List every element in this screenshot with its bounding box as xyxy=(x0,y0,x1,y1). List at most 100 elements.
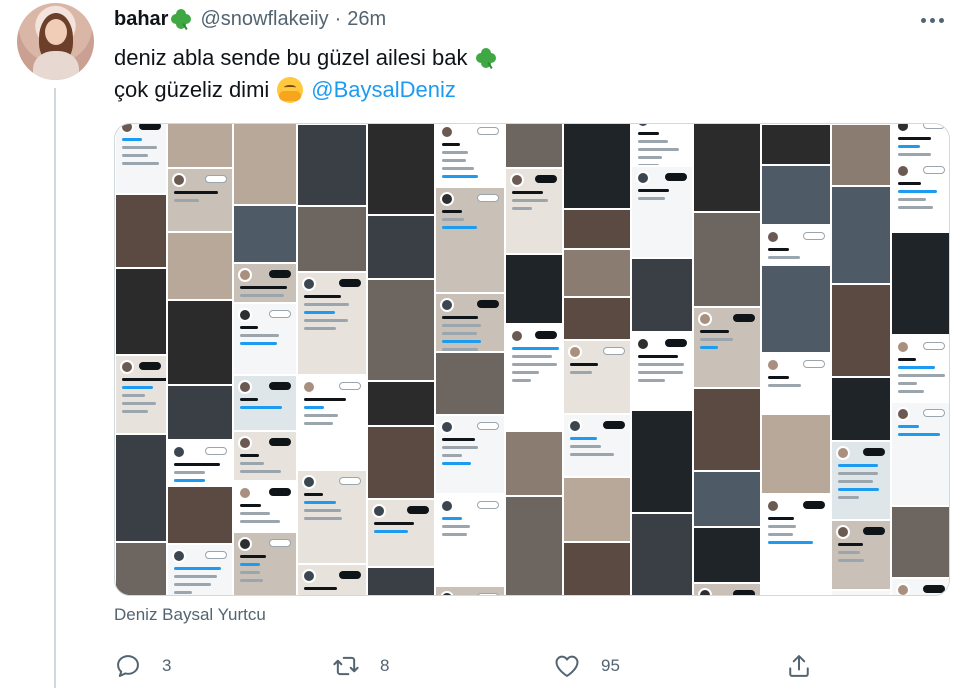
collage-text-line xyxy=(442,454,462,457)
collage-text-line xyxy=(638,197,665,200)
collage-text-line xyxy=(898,190,937,193)
collage-tile xyxy=(761,494,831,595)
collage-tile xyxy=(297,272,367,375)
collage-tile xyxy=(505,324,563,431)
collage-text-line xyxy=(240,512,270,515)
collage-text-line xyxy=(442,167,474,170)
collage-text-line xyxy=(442,462,471,465)
collage-text-line xyxy=(512,191,543,194)
collage-follow-button xyxy=(407,506,429,514)
collage-text-line xyxy=(240,504,261,507)
collage-text-line xyxy=(512,355,552,358)
collage-text-line xyxy=(240,334,279,337)
tweet-media-image[interactable] xyxy=(114,123,950,596)
collage-text-line xyxy=(638,363,684,366)
collage-text-line xyxy=(570,453,614,456)
collage-text-line xyxy=(768,517,794,520)
collage-follow-button xyxy=(603,347,625,355)
collage-follow-button xyxy=(923,409,945,417)
display-name[interactable]: bahar xyxy=(114,8,168,31)
retweet-button[interactable]: 8 xyxy=(332,648,389,684)
collage-text-line xyxy=(898,382,917,385)
collage-avatar xyxy=(896,407,910,421)
timestamp[interactable]: 26m xyxy=(347,8,386,31)
collage-text-line xyxy=(512,207,532,210)
collage-tile xyxy=(891,232,949,335)
collage-text-line xyxy=(898,145,920,148)
collage-tile xyxy=(505,496,563,595)
collage-text-line xyxy=(304,501,336,504)
collage-avatar xyxy=(698,312,712,326)
collage-avatar xyxy=(568,345,582,359)
collage-avatar xyxy=(636,124,650,128)
collage-tile xyxy=(693,471,761,527)
collage-text-line xyxy=(304,398,346,401)
collage-text-line xyxy=(838,464,878,467)
collage-text-line xyxy=(898,206,933,209)
collage-text-line xyxy=(768,248,789,251)
collage-text-line xyxy=(838,496,859,499)
mention-link[interactable]: @BaysalDeniz xyxy=(311,74,456,106)
collage-text-line xyxy=(638,156,662,159)
collage-follow-button xyxy=(269,310,291,318)
collage-tile xyxy=(233,375,297,431)
collage-avatar xyxy=(120,124,134,134)
collage-text-line xyxy=(442,210,462,213)
collage-avatar xyxy=(440,420,454,434)
collage-text-line xyxy=(240,326,258,329)
collage-text-line xyxy=(122,386,153,389)
collage-text-line xyxy=(174,591,192,594)
collage-text-line xyxy=(700,338,733,341)
tweet-header: bahar @snowflakeiiy · 26m xyxy=(114,6,386,32)
four-leaf-clover-icon xyxy=(475,47,497,70)
collage-text-line xyxy=(240,555,266,558)
collage-tile xyxy=(367,124,435,215)
collage-tile xyxy=(435,586,505,595)
collage-text-line xyxy=(638,189,669,192)
collage-follow-button xyxy=(665,123,687,124)
collage-text-line xyxy=(240,398,258,401)
collage-tile xyxy=(233,303,297,375)
collage-tile xyxy=(891,578,949,595)
collage-text-line xyxy=(240,294,284,297)
profile-avatar[interactable] xyxy=(17,3,94,80)
media-caption[interactable]: Deniz Baysal Yurtcu xyxy=(114,605,266,625)
collage-text-line xyxy=(304,587,337,590)
collage-text-line xyxy=(122,394,145,397)
collage-text-line xyxy=(122,146,157,149)
collage-avatar xyxy=(302,475,316,489)
collage-avatar xyxy=(636,337,650,351)
share-button[interactable] xyxy=(785,648,813,684)
collage-tile xyxy=(167,232,233,300)
collage-tile xyxy=(631,513,693,595)
collage-tile xyxy=(233,263,297,303)
collage-tile xyxy=(167,300,233,385)
collage-tile xyxy=(891,159,949,232)
collage-text-line xyxy=(838,543,863,546)
collage-text-line xyxy=(442,151,468,154)
collage-tile xyxy=(115,268,167,355)
collage-text-line xyxy=(442,316,478,319)
collage-tile xyxy=(693,388,761,471)
collage-follow-button xyxy=(535,175,557,183)
collage-text-line xyxy=(174,575,217,578)
collage-text-line xyxy=(570,437,597,440)
tweet-text-content-1: deniz abla sende bu güzel ailesi bak xyxy=(114,45,468,70)
collage-tile xyxy=(831,590,891,595)
collage-avatar xyxy=(372,504,386,518)
collage-text-line xyxy=(838,551,860,554)
more-icon[interactable] xyxy=(912,8,952,32)
collage-tile xyxy=(233,481,297,532)
like-button[interactable]: 95 xyxy=(553,648,620,684)
collage-text-line xyxy=(304,509,341,512)
collage-text-line xyxy=(240,406,282,409)
user-handle[interactable]: @snowflakeiiy xyxy=(200,8,328,31)
collage-tile xyxy=(563,477,631,542)
collage-text-line xyxy=(570,445,601,448)
collage-text-line xyxy=(512,199,548,202)
collage-avatar xyxy=(698,588,712,595)
collage-text-line xyxy=(442,218,464,221)
collage-follow-button xyxy=(269,539,291,547)
reply-button[interactable]: 3 xyxy=(114,648,171,684)
collage-avatar xyxy=(766,499,780,513)
